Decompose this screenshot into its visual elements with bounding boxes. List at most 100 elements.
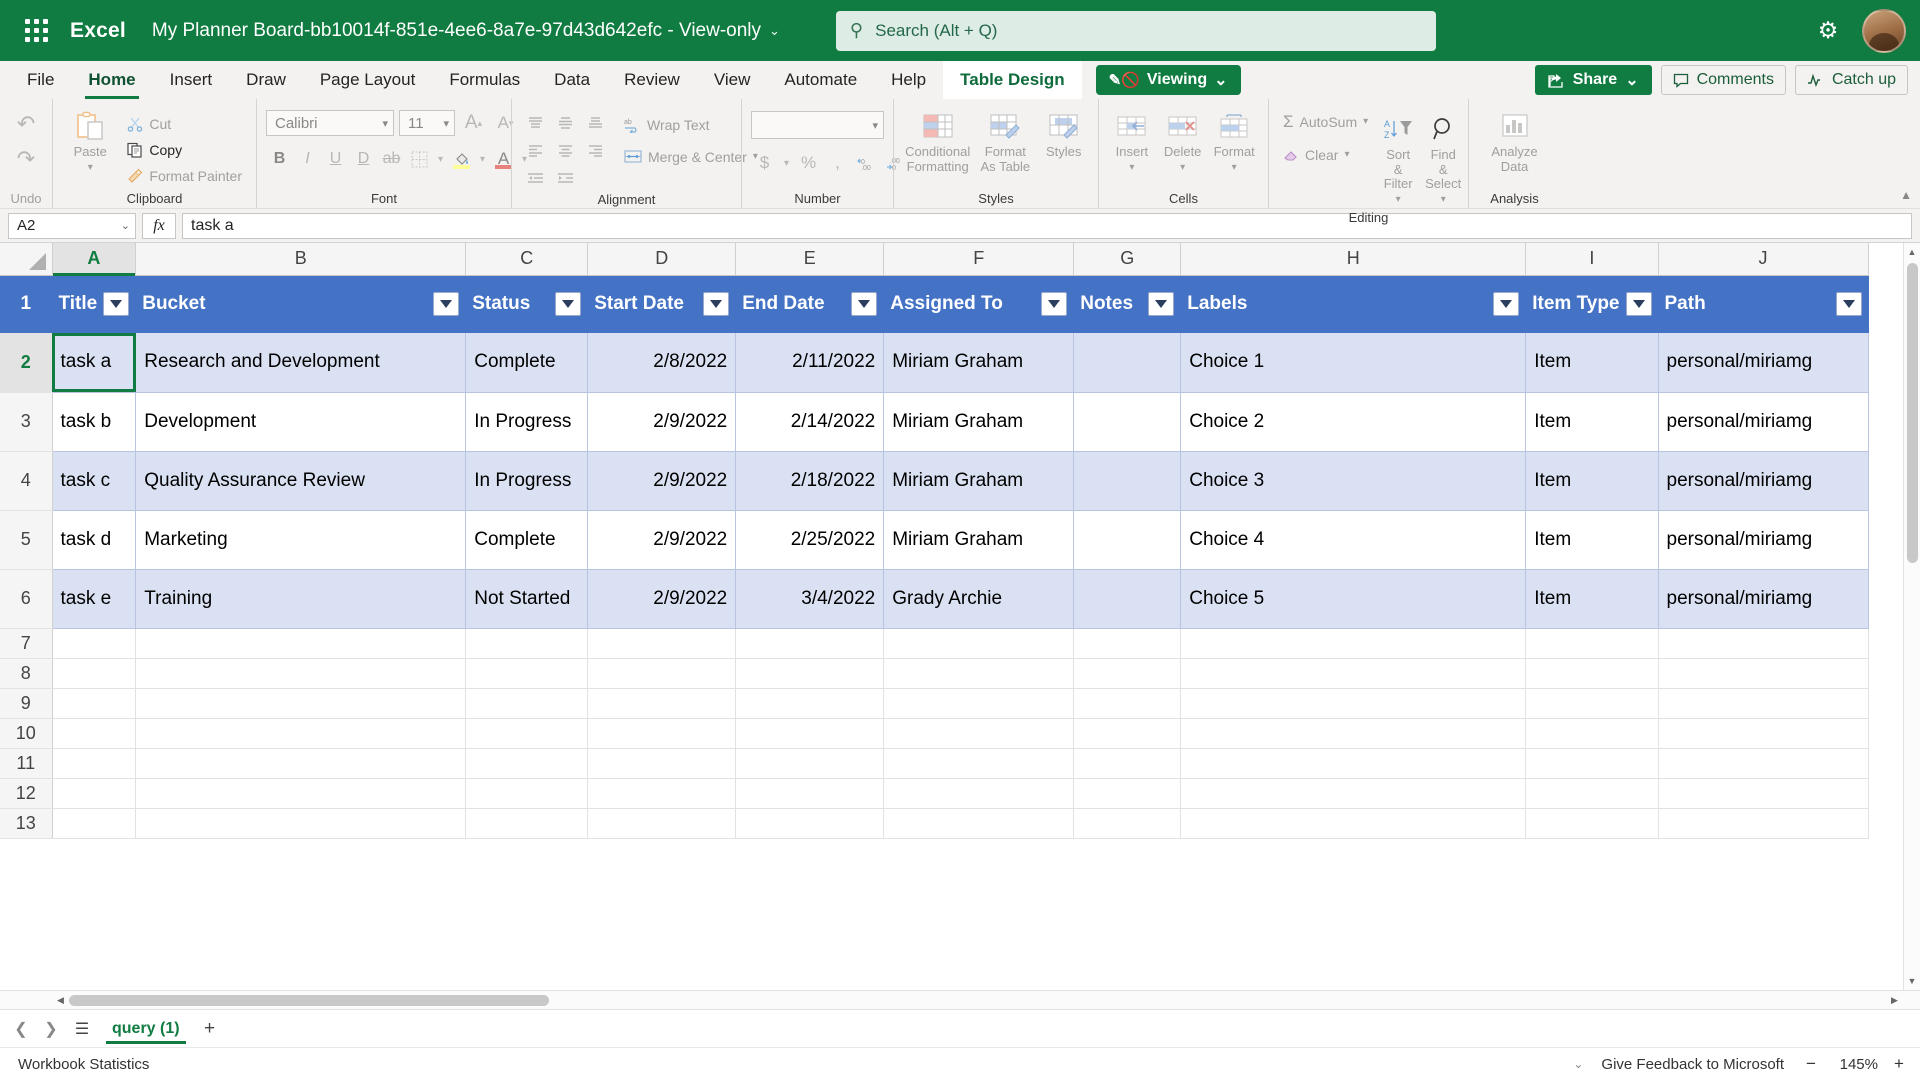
column-header-b[interactable]: B — [135, 243, 467, 276]
cell[interactable]: Complete — [465, 510, 589, 570]
chevron-down-icon[interactable]: ▾ — [476, 154, 489, 165]
cell[interactable] — [1180, 658, 1527, 689]
cell[interactable]: task a — [52, 333, 137, 393]
column-header-e[interactable]: E — [735, 243, 885, 276]
search-input[interactable]: ⚲ Search (Alt + Q) — [835, 10, 1436, 51]
underline-button[interactable]: U — [322, 146, 349, 172]
cell[interactable]: task d — [52, 510, 137, 570]
conditional-formatting-button[interactable]: Conditional Formatting — [903, 106, 972, 177]
cell[interactable]: Choice 3 — [1180, 451, 1527, 511]
format-cells-button[interactable]: Format ▾ — [1209, 106, 1259, 176]
tab-table-design[interactable]: Table Design — [943, 61, 1082, 99]
zoom-in-button[interactable]: + — [1890, 1054, 1908, 1074]
scroll-down-icon[interactable]: ▼ — [1904, 972, 1920, 990]
cell[interactable] — [1180, 688, 1527, 719]
scroll-right-icon[interactable]: ▶ — [1886, 991, 1903, 1009]
cell[interactable]: task b — [52, 392, 137, 452]
column-header-h[interactable]: H — [1180, 243, 1527, 276]
align-right-button[interactable] — [581, 138, 609, 162]
tab-formulas[interactable]: Formulas — [432, 61, 537, 99]
column-header-i[interactable]: I — [1525, 243, 1659, 276]
tab-help[interactable]: Help — [874, 61, 943, 99]
table-header-cell[interactable]: Assigned To — [883, 275, 1075, 333]
italic-button[interactable]: I — [294, 146, 321, 172]
chevron-down-icon[interactable]: ⌄ — [769, 23, 780, 39]
table-header-cell[interactable]: Start Date — [587, 275, 737, 333]
filter-dropdown-icon[interactable] — [555, 292, 582, 317]
cell[interactable] — [1180, 748, 1527, 779]
cell[interactable]: 2/11/2022 — [735, 333, 885, 393]
cell[interactable] — [883, 718, 1075, 749]
zoom-level[interactable]: 145% — [1832, 1056, 1878, 1073]
currency-format-button[interactable]: $ — [751, 150, 778, 176]
table-header-cell[interactable]: End Date — [735, 275, 885, 333]
cut-button[interactable]: Cut — [122, 111, 247, 136]
cell[interactable]: 2/9/2022 — [587, 510, 737, 570]
cell[interactable] — [135, 778, 467, 809]
cell[interactable] — [1658, 808, 1869, 839]
grow-font-button[interactable]: A ▴ — [460, 110, 487, 136]
align-center-button[interactable] — [551, 138, 579, 162]
cell[interactable] — [52, 808, 137, 839]
cell[interactable] — [1073, 451, 1182, 511]
cell[interactable] — [883, 808, 1075, 839]
cell[interactable]: Quality Assurance Review — [135, 451, 467, 511]
delete-cells-button[interactable]: Delete ▾ — [1158, 106, 1208, 176]
column-header-c[interactable]: C — [465, 243, 589, 276]
cell[interactable] — [1073, 510, 1182, 570]
cell[interactable] — [883, 748, 1075, 779]
catch-up-button[interactable]: Catch up — [1794, 65, 1908, 95]
cell[interactable]: Research and Development — [135, 333, 467, 393]
sheet-tab-query-1[interactable]: query (1) — [100, 1014, 192, 1044]
cell[interactable] — [587, 808, 737, 839]
cell[interactable] — [1525, 808, 1659, 839]
cell[interactable] — [1525, 778, 1659, 809]
cell[interactable]: Miriam Graham — [883, 510, 1075, 570]
gear-icon[interactable]: ⚙ — [1808, 11, 1848, 51]
tab-insert[interactable]: Insert — [153, 61, 230, 99]
cell[interactable] — [1073, 392, 1182, 452]
cell[interactable] — [883, 628, 1075, 659]
viewing-mode-button[interactable]: ✎🚫 Viewing ⌄ — [1095, 65, 1241, 95]
cell[interactable] — [52, 628, 137, 659]
format-as-table-button[interactable]: Format As Table — [974, 106, 1036, 177]
cell[interactable] — [135, 628, 467, 659]
cell[interactable] — [465, 688, 589, 719]
chevron-down-icon[interactable]: ▾ — [1441, 194, 1446, 205]
format-painter-button[interactable]: Format Painter — [122, 163, 247, 188]
column-header-f[interactable]: F — [883, 243, 1075, 276]
row-header-1[interactable]: 1 — [0, 275, 53, 334]
filter-dropdown-icon[interactable] — [1625, 292, 1652, 317]
cell[interactable]: Choice 5 — [1180, 569, 1527, 629]
cell[interactable]: In Progress — [465, 451, 589, 511]
cell[interactable]: Marketing — [135, 510, 467, 570]
column-header-d[interactable]: D — [587, 243, 737, 276]
cell[interactable] — [135, 658, 467, 689]
number-format-select[interactable]: ▾ — [751, 111, 884, 139]
cell[interactable] — [1658, 658, 1869, 689]
add-sheet-button[interactable]: + — [196, 1016, 224, 1042]
cell[interactable]: 2/9/2022 — [587, 392, 737, 452]
cell[interactable] — [1525, 748, 1659, 779]
give-feedback-button[interactable]: Give Feedback to Microsoft — [1595, 1054, 1790, 1075]
row-header-2[interactable]: 2 — [0, 333, 53, 393]
row-header-8[interactable]: 8 — [0, 658, 53, 689]
cell[interactable] — [1073, 808, 1182, 839]
cell[interactable] — [1525, 688, 1659, 719]
cell[interactable] — [1658, 688, 1869, 719]
fill-color-button[interactable] — [448, 146, 475, 172]
document-title[interactable]: My Planner Board-bb10014f-851e-4ee6-8a7e… — [152, 20, 780, 42]
clear-button[interactable]: Clear ▾ — [1278, 142, 1373, 167]
column-header-a[interactable]: A — [52, 243, 137, 276]
cell[interactable] — [1073, 628, 1182, 659]
tab-view[interactable]: View — [697, 61, 768, 99]
cell[interactable] — [135, 688, 467, 719]
cell[interactable] — [1073, 658, 1182, 689]
cell[interactable]: Miriam Graham — [883, 333, 1075, 393]
table-header-cell[interactable]: Notes — [1073, 275, 1182, 333]
table-header-cell[interactable]: Bucket — [135, 275, 467, 333]
filter-dropdown-icon[interactable] — [851, 292, 878, 317]
cell[interactable] — [735, 688, 885, 719]
row-header-5[interactable]: 5 — [0, 510, 53, 570]
cell[interactable]: 2/9/2022 — [587, 569, 737, 629]
